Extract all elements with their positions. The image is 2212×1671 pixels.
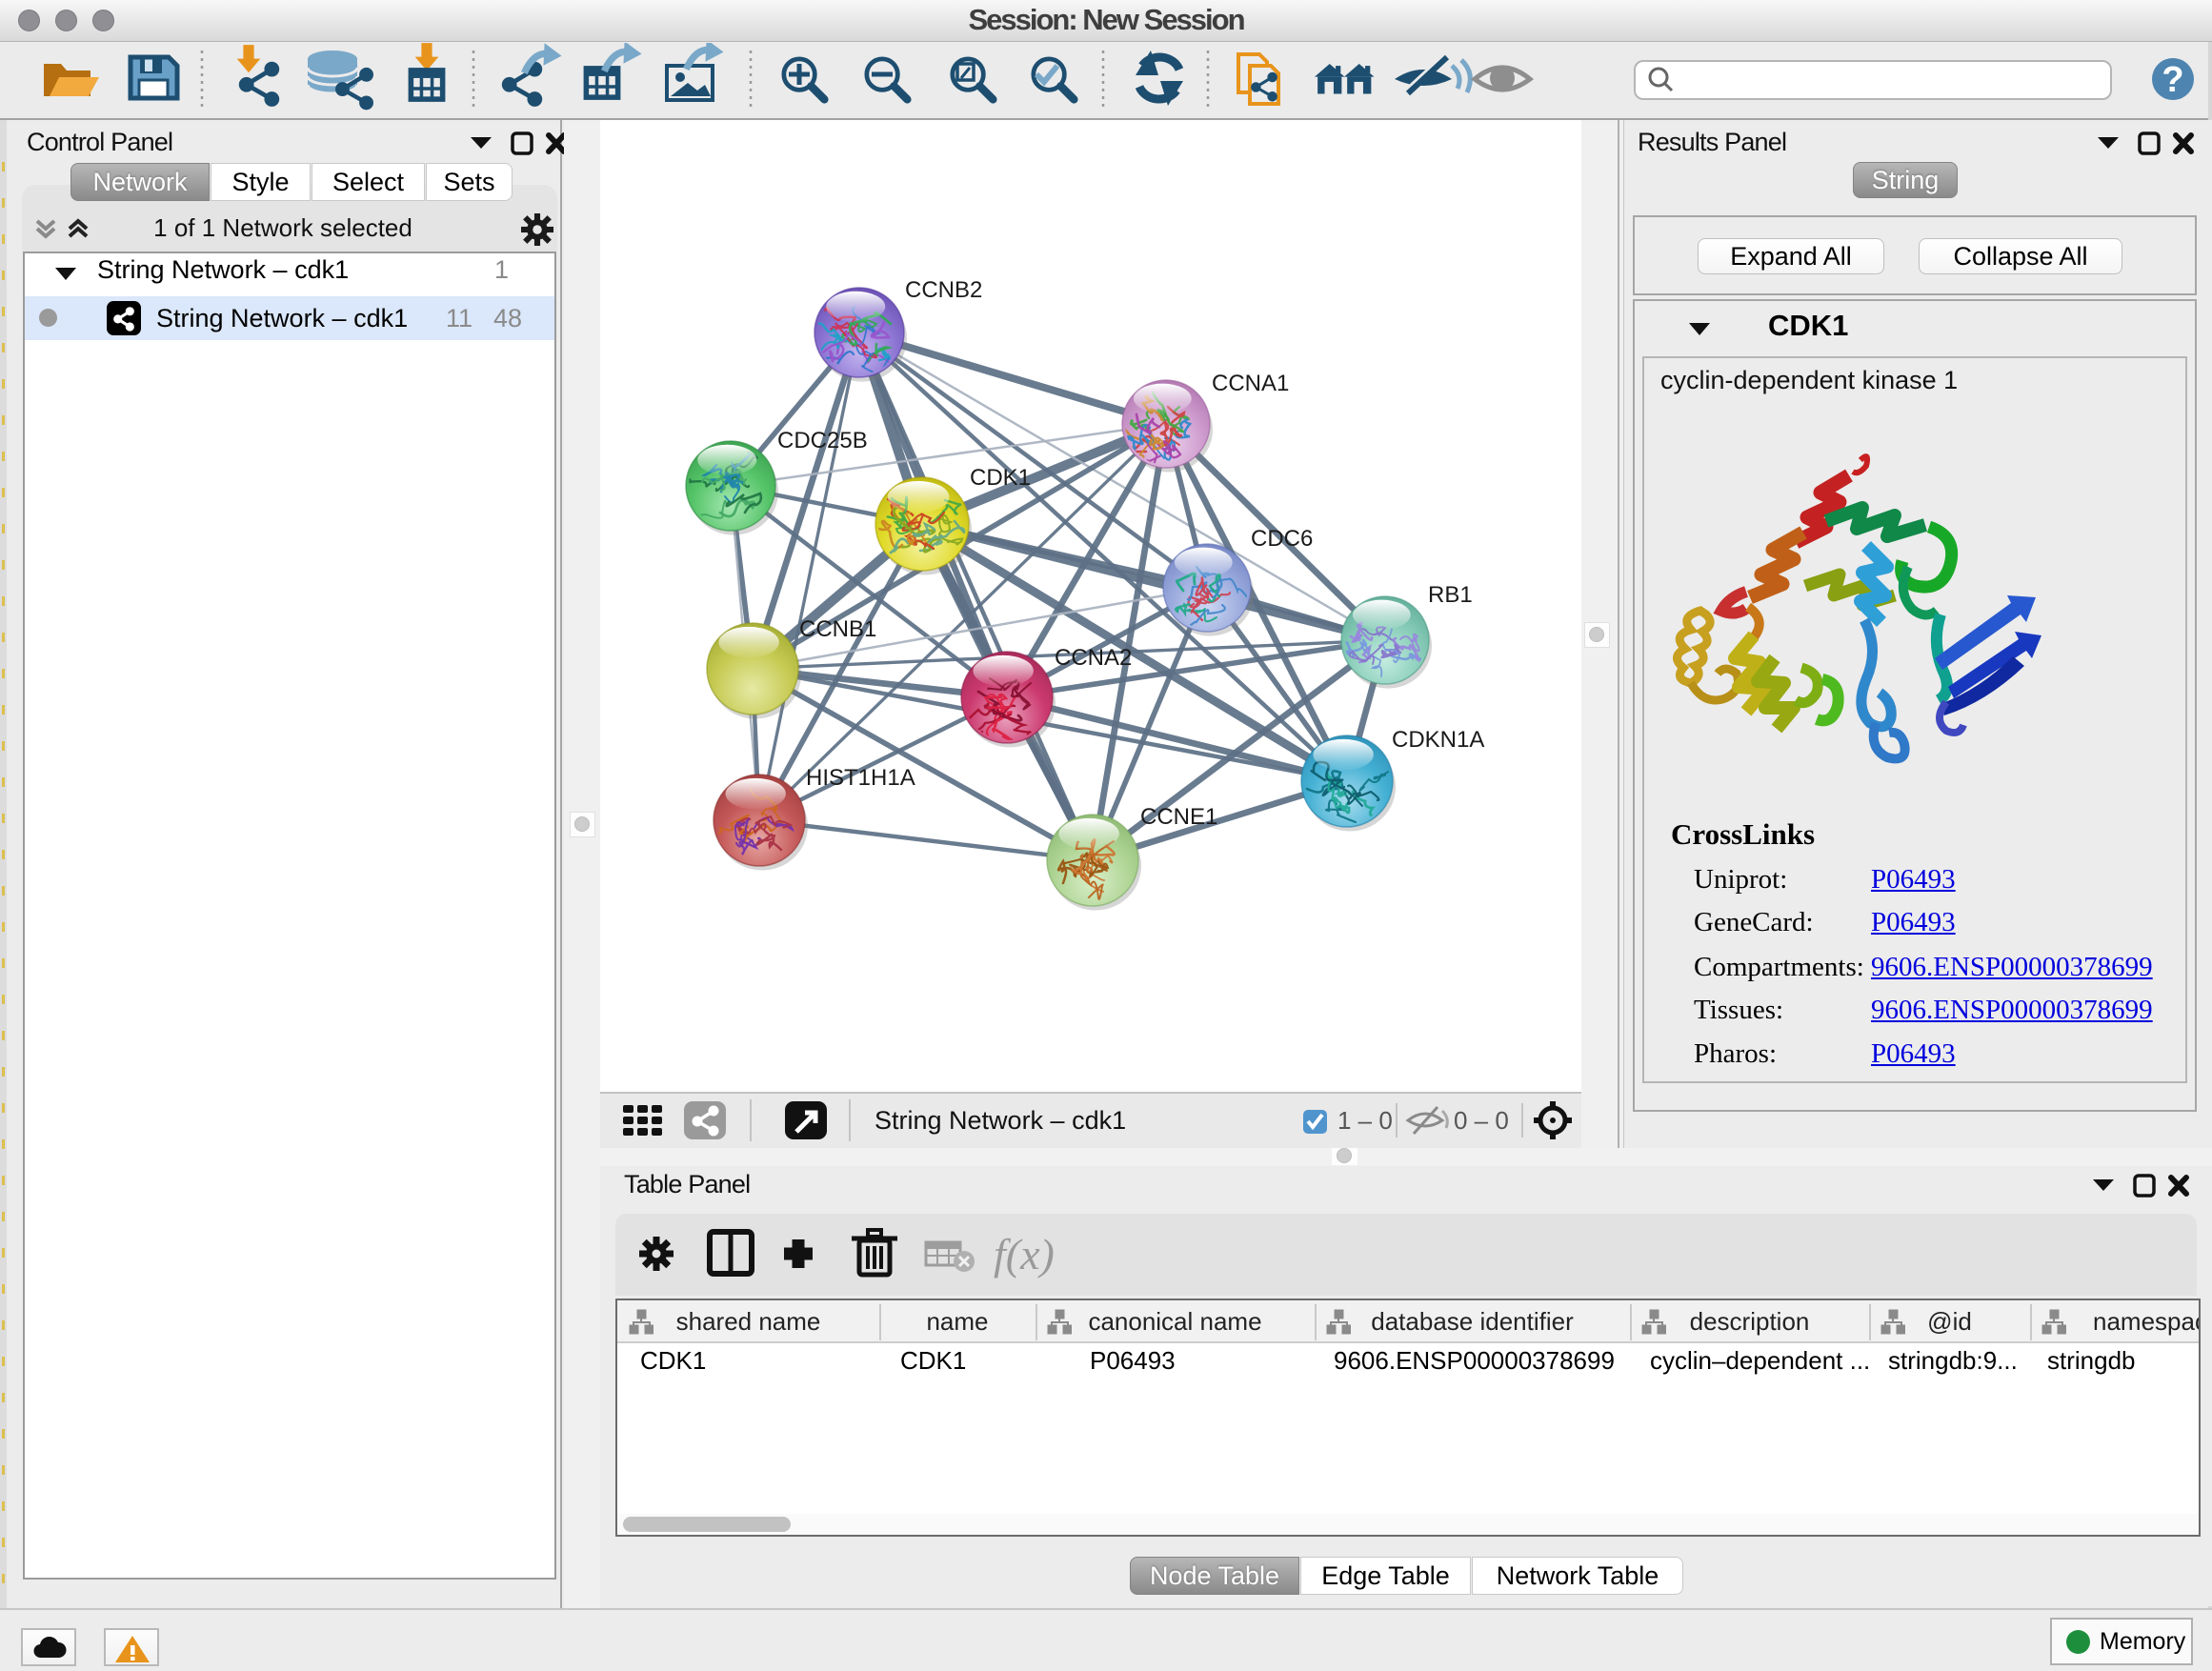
svg-text:CDC6: CDC6	[1251, 526, 1313, 552]
svg-text:f(x): f(x)	[994, 1230, 1055, 1278]
svg-text:CCNA1: CCNA1	[1212, 371, 1289, 396]
svg-text:String Network – cdk1: String Network – cdk1	[875, 1106, 1126, 1135]
svg-text:RB1: RB1	[1428, 582, 1473, 608]
svg-text:?: ?	[2162, 60, 2183, 100]
svg-text:0 – 0: 0 – 0	[1454, 1106, 1509, 1135]
svg-text:CDC25B: CDC25B	[777, 428, 868, 453]
svg-text:CDK1: CDK1	[970, 465, 1031, 491]
svg-text:1 – 0: 1 – 0	[1337, 1106, 1393, 1135]
svg-text:CCNB2: CCNB2	[905, 277, 982, 303]
svg-text:HIST1H1A: HIST1H1A	[806, 765, 915, 791]
svg-text:CCNE1: CCNE1	[1140, 804, 1217, 830]
svg-text:CCNA2: CCNA2	[1055, 645, 1132, 671]
svg-text:CCNB1: CCNB1	[799, 616, 876, 642]
svg-text:CDKN1A: CDKN1A	[1392, 727, 1484, 753]
